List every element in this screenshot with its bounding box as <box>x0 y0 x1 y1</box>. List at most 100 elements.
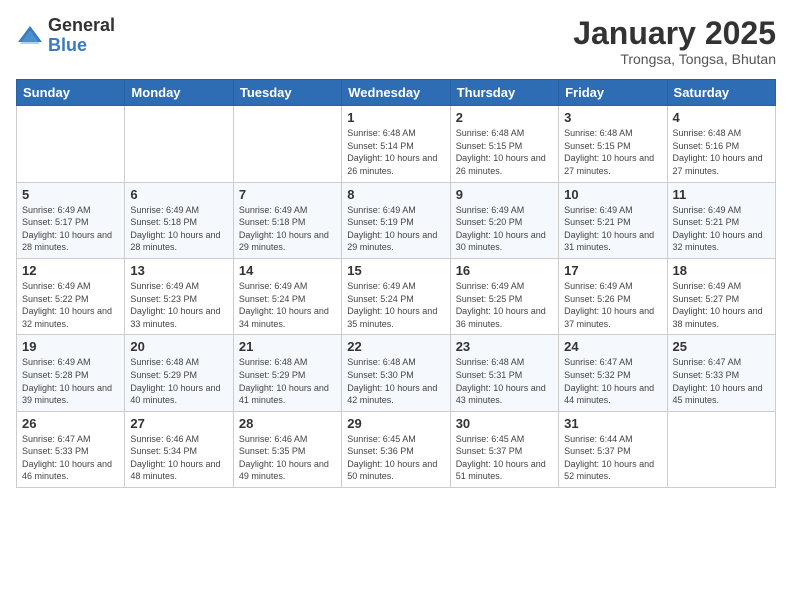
calendar-cell: 8Sunrise: 6:49 AM Sunset: 5:19 PM Daylig… <box>342 182 450 258</box>
day-number: 24 <box>564 339 661 354</box>
day-number: 6 <box>130 187 227 202</box>
calendar-cell: 9Sunrise: 6:49 AM Sunset: 5:20 PM Daylig… <box>450 182 558 258</box>
day-info: Sunrise: 6:49 AM Sunset: 5:28 PM Dayligh… <box>22 356 119 406</box>
logo-icon <box>16 22 44 50</box>
day-number: 30 <box>456 416 553 431</box>
calendar-cell: 10 Sunrise: 6:49 AM Sunset: 5:21 PM Dayli… <box>559 182 667 258</box>
day-info: Sunrise: 6:47 AM Sunset: 5:32 PM Dayligh… <box>564 356 661 406</box>
location: Trongsa, Tongsa, Bhutan <box>573 51 776 67</box>
calendar-cell: 5 Sunrise: 6:49 AM Sunset: 5:17 PM Daylig… <box>17 182 125 258</box>
day-info: Sunrise: 6:48 AM Sunset: 5:31 PM Dayligh… <box>456 356 553 406</box>
calendar-cell: 6Sunrise: 6:49 AM Sunset: 5:18 PM Daylig… <box>125 182 233 258</box>
weekday-header-monday: Monday <box>125 80 233 106</box>
day-number: 27 <box>130 416 227 431</box>
calendar-cell: 29Sunrise: 6:45 AM Sunset: 5:36 PM Dayli… <box>342 411 450 487</box>
calendar-cell: 7Sunrise: 6:49 AM Sunset: 5:18 PM Daylig… <box>233 182 341 258</box>
day-number: 26 <box>22 416 119 431</box>
day-info: Sunrise: 6:49 AM Sunset: 5:21 PM Dayligh… <box>564 204 661 254</box>
day-info: Sunrise: 6:48 AM Sunset: 5:29 PM Dayligh… <box>239 356 336 406</box>
calendar-cell: 4 Sunrise: 6:48 AM Sunset: 5:16 PM Daylig… <box>667 106 775 182</box>
calendar-cell: 31Sunrise: 6:44 AM Sunset: 5:37 PM Dayli… <box>559 411 667 487</box>
day-info: Sunrise: 6:49 AM Sunset: 5:25 PM Dayligh… <box>456 280 553 330</box>
weekday-header-saturday: Saturday <box>667 80 775 106</box>
weekday-header-sunday: Sunday <box>17 80 125 106</box>
day-number: 3 <box>564 110 661 125</box>
day-info: Sunrise: 6:49 AM Sunset: 5:22 PM Dayligh… <box>22 280 119 330</box>
page-header: General Blue January 2025 Trongsa, Tongs… <box>16 16 776 67</box>
day-number: 11 <box>673 187 770 202</box>
day-number: 10 <box>564 187 661 202</box>
day-info: Sunrise: 6:46 AM Sunset: 5:34 PM Dayligh… <box>130 433 227 483</box>
day-info: Sunrise: 6:48 AM Sunset: 5:15 PM Dayligh… <box>456 127 553 177</box>
calendar-cell: 11 Sunrise: 6:49 AM Sunset: 5:21 PM Dayli… <box>667 182 775 258</box>
calendar-cell: 25 Sunrise: 6:47 AM Sunset: 5:33 PM Dayli… <box>667 335 775 411</box>
calendar-cell: 17 Sunrise: 6:49 AM Sunset: 5:26 PM Dayli… <box>559 258 667 334</box>
calendar-week-4: 19Sunrise: 6:49 AM Sunset: 5:28 PM Dayli… <box>17 335 776 411</box>
day-info: Sunrise: 6:49 AM Sunset: 5:20 PM Dayligh… <box>456 204 553 254</box>
calendar-week-1: 1 Sunrise: 6:48 AM Sunset: 5:14 PM Daylig… <box>17 106 776 182</box>
calendar-cell <box>233 106 341 182</box>
day-number: 4 <box>673 110 770 125</box>
calendar-table: SundayMondayTuesdayWednesdayThursdayFrid… <box>16 79 776 488</box>
day-number: 13 <box>130 263 227 278</box>
calendar-cell: 21 Sunrise: 6:48 AM Sunset: 5:29 PM Dayli… <box>233 335 341 411</box>
calendar-week-3: 12 Sunrise: 6:49 AM Sunset: 5:22 PM Dayli… <box>17 258 776 334</box>
day-number: 14 <box>239 263 336 278</box>
day-info: Sunrise: 6:48 AM Sunset: 5:14 PM Dayligh… <box>347 127 444 177</box>
calendar-cell: 14 Sunrise: 6:49 AM Sunset: 5:24 PM Dayli… <box>233 258 341 334</box>
calendar-cell: 19Sunrise: 6:49 AM Sunset: 5:28 PM Dayli… <box>17 335 125 411</box>
day-number: 25 <box>673 339 770 354</box>
calendar-cell: 20 Sunrise: 6:48 AM Sunset: 5:29 PM Dayli… <box>125 335 233 411</box>
calendar-cell: 18 Sunrise: 6:49 AM Sunset: 5:27 PM Dayli… <box>667 258 775 334</box>
calendar-cell: 27 Sunrise: 6:46 AM Sunset: 5:34 PM Dayli… <box>125 411 233 487</box>
calendar-cell: 13 Sunrise: 6:49 AM Sunset: 5:23 PM Dayli… <box>125 258 233 334</box>
calendar-cell: 1 Sunrise: 6:48 AM Sunset: 5:14 PM Daylig… <box>342 106 450 182</box>
calendar-cell: 30 Sunrise: 6:45 AM Sunset: 5:37 PM Dayli… <box>450 411 558 487</box>
day-info: Sunrise: 6:48 AM Sunset: 5:15 PM Dayligh… <box>564 127 661 177</box>
calendar-week-2: 5 Sunrise: 6:49 AM Sunset: 5:17 PM Daylig… <box>17 182 776 258</box>
calendar-cell: 22 Sunrise: 6:48 AM Sunset: 5:30 PM Dayli… <box>342 335 450 411</box>
day-info: Sunrise: 6:49 AM Sunset: 5:23 PM Dayligh… <box>130 280 227 330</box>
day-info: Sunrise: 6:46 AM Sunset: 5:35 PM Dayligh… <box>239 433 336 483</box>
calendar-cell: 12 Sunrise: 6:49 AM Sunset: 5:22 PM Dayli… <box>17 258 125 334</box>
day-number: 20 <box>130 339 227 354</box>
day-info: Sunrise: 6:49 AM Sunset: 5:27 PM Dayligh… <box>673 280 770 330</box>
calendar-cell <box>667 411 775 487</box>
day-number: 17 <box>564 263 661 278</box>
day-info: Sunrise: 6:47 AM Sunset: 5:33 PM Dayligh… <box>673 356 770 406</box>
day-info: Sunrise: 6:49 AM Sunset: 5:24 PM Dayligh… <box>239 280 336 330</box>
day-number: 22 <box>347 339 444 354</box>
day-info: Sunrise: 6:49 AM Sunset: 5:24 PM Dayligh… <box>347 280 444 330</box>
day-info: Sunrise: 6:45 AM Sunset: 5:36 PM Dayligh… <box>347 433 444 483</box>
calendar-cell: 3 Sunrise: 6:48 AM Sunset: 5:15 PM Daylig… <box>559 106 667 182</box>
day-info: Sunrise: 6:49 AM Sunset: 5:26 PM Dayligh… <box>564 280 661 330</box>
month-title: January 2025 <box>573 16 776 51</box>
day-info: Sunrise: 6:48 AM Sunset: 5:30 PM Dayligh… <box>347 356 444 406</box>
calendar-cell: 15Sunrise: 6:49 AM Sunset: 5:24 PM Dayli… <box>342 258 450 334</box>
day-number: 5 <box>22 187 119 202</box>
logo-blue: Blue <box>48 35 87 55</box>
day-number: 18 <box>673 263 770 278</box>
calendar-cell: 16 Sunrise: 6:49 AM Sunset: 5:25 PM Dayli… <box>450 258 558 334</box>
calendar-cell: 26Sunrise: 6:47 AM Sunset: 5:33 PM Dayli… <box>17 411 125 487</box>
day-info: Sunrise: 6:48 AM Sunset: 5:16 PM Dayligh… <box>673 127 770 177</box>
day-info: Sunrise: 6:45 AM Sunset: 5:37 PM Dayligh… <box>456 433 553 483</box>
weekday-header-row: SundayMondayTuesdayWednesdayThursdayFrid… <box>17 80 776 106</box>
title-block: January 2025 Trongsa, Tongsa, Bhutan <box>573 16 776 67</box>
calendar-cell: 23Sunrise: 6:48 AM Sunset: 5:31 PM Dayli… <box>450 335 558 411</box>
day-number: 8 <box>347 187 444 202</box>
day-number: 1 <box>347 110 444 125</box>
calendar-cell: 28 Sunrise: 6:46 AM Sunset: 5:35 PM Dayli… <box>233 411 341 487</box>
day-info: Sunrise: 6:48 AM Sunset: 5:29 PM Dayligh… <box>130 356 227 406</box>
logo-general: General <box>48 15 115 35</box>
day-number: 7 <box>239 187 336 202</box>
weekday-header-thursday: Thursday <box>450 80 558 106</box>
day-number: 16 <box>456 263 553 278</box>
day-number: 12 <box>22 263 119 278</box>
day-info: Sunrise: 6:44 AM Sunset: 5:37 PM Dayligh… <box>564 433 661 483</box>
day-number: 21 <box>239 339 336 354</box>
day-number: 28 <box>239 416 336 431</box>
day-info: Sunrise: 6:49 AM Sunset: 5:17 PM Dayligh… <box>22 204 119 254</box>
logo: General Blue <box>16 16 115 56</box>
day-info: Sunrise: 6:49 AM Sunset: 5:21 PM Dayligh… <box>673 204 770 254</box>
